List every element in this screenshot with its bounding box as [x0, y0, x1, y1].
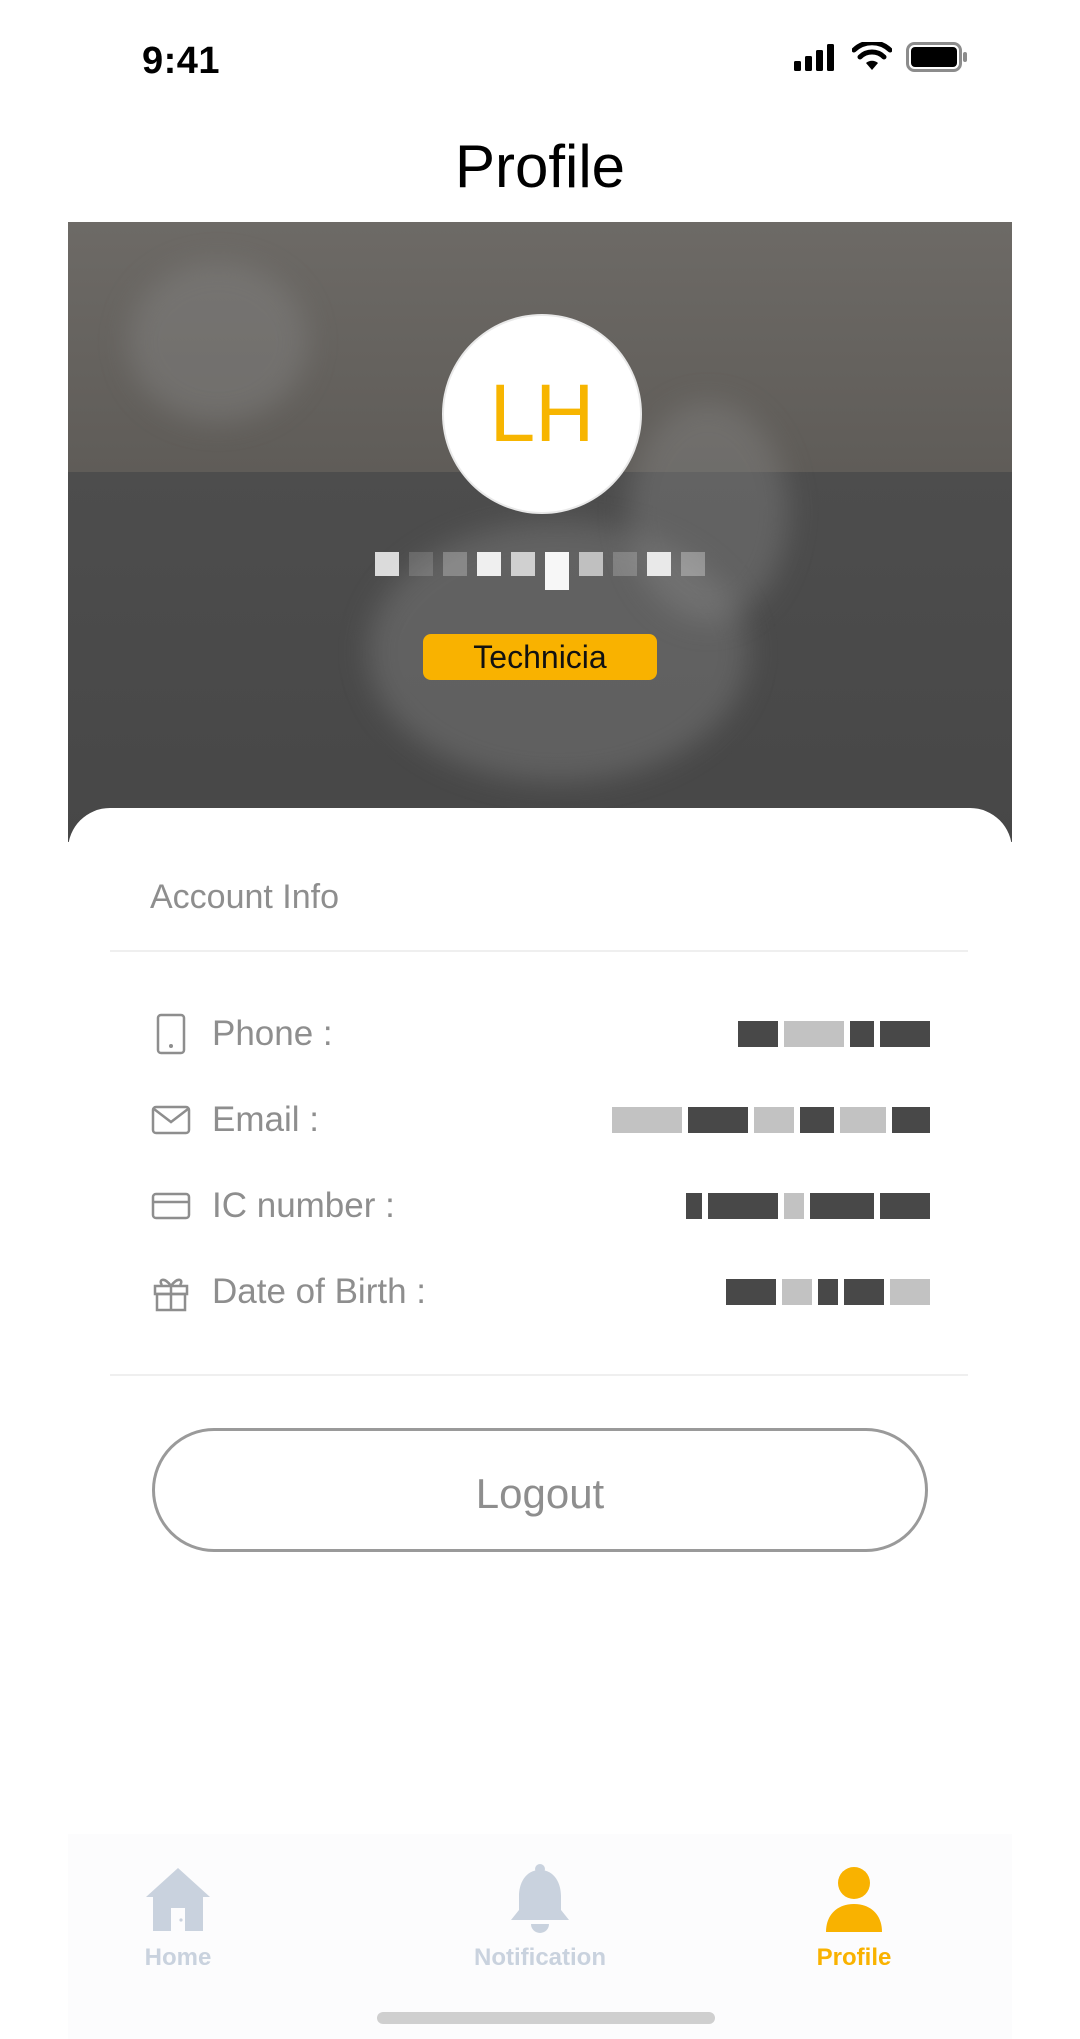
tab-label-notification: Notification — [474, 1944, 606, 1971]
home-icon — [146, 1868, 210, 1931]
profile-hero: LH Technicia — [68, 222, 1012, 842]
phone-icon — [150, 1013, 192, 1055]
tab-label-profile: Profile — [816, 1944, 892, 1971]
logout-button[interactable]: Logout — [152, 1428, 928, 1552]
info-value-redacted — [686, 1192, 930, 1220]
battery-icon — [906, 42, 967, 72]
info-value-redacted — [726, 1278, 930, 1306]
tab-bar: Home Notification Profile — [68, 1834, 1012, 2039]
divider — [110, 1374, 968, 1376]
account-info-card: Account Info Phone : Email : IC number : — [68, 808, 1012, 1838]
home-indicator — [377, 2012, 715, 2024]
info-label: Date of Birth : — [212, 1272, 426, 1311]
wifi-icon — [852, 42, 892, 70]
info-value-redacted — [612, 1106, 930, 1134]
status-time: 9:41 — [142, 40, 221, 82]
info-row-date-of-birth: Date of Birth : — [150, 1262, 930, 1322]
tab-home[interactable]: Home — [68, 1862, 288, 1972]
user-name-redacted — [68, 552, 1012, 596]
hero-decoration — [128, 262, 308, 422]
info-value-redacted — [738, 1020, 930, 1048]
page-title: Profile — [454, 133, 626, 200]
signal-icon — [794, 44, 834, 71]
info-label: IC number : — [212, 1186, 395, 1225]
bell-icon — [511, 1864, 569, 1933]
tab-label-home: Home — [144, 1944, 212, 1971]
card-icon — [150, 1185, 192, 1227]
tab-notification[interactable]: Notification — [430, 1862, 650, 1972]
role-badge: Technicia — [423, 634, 657, 680]
section-title: Account Info — [150, 878, 340, 916]
tab-profile[interactable]: Profile — [744, 1862, 964, 1972]
info-row-ic-number: IC number : — [150, 1176, 930, 1236]
mail-icon — [150, 1099, 192, 1141]
info-label: Phone : — [212, 1014, 333, 1053]
status-icons — [794, 42, 968, 72]
info-label: Email : — [212, 1100, 319, 1139]
avatar: LH — [444, 316, 640, 512]
gift-icon — [150, 1271, 192, 1313]
divider — [110, 950, 968, 952]
info-row-phone: Phone : — [150, 1004, 930, 1064]
person-icon — [826, 1867, 882, 1932]
info-row-email: Email : — [150, 1090, 930, 1150]
